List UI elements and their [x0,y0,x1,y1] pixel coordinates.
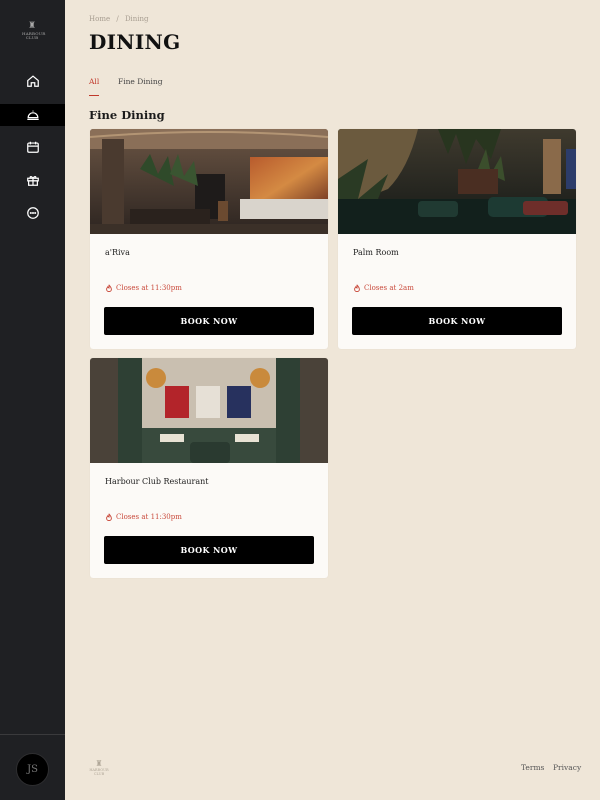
flame-icon [106,513,112,521]
footer-logo-text: HARBOUR CLUB [89,768,109,776]
restaurant-card-ariva[interactable]: a'Riva Closes at 11:30pm BOOK NOW [90,129,328,349]
gift-icon [26,175,39,186]
logo-mark-icon: ♜ [27,21,37,31]
restaurant-photo [90,129,328,234]
book-now-button[interactable]: BOOK NOW [104,307,314,335]
restaurant-hours: Closes at 11:30pm [105,284,182,292]
sidebar-item-chat[interactable] [0,202,65,224]
sidebar-item-dining[interactable] [0,104,65,126]
restaurant-card-palm-room[interactable]: Palm Room Closes at 2am BOOK NOW [338,129,576,349]
restaurant-name: Palm Room [353,248,399,257]
footer-logo: ♜ HARBOUR CLUB [89,759,109,777]
sidebar-logo[interactable]: ♜ HARBOUR CLUB [22,21,46,40]
logo-mark-icon: ♜ [95,759,103,768]
restaurant-photo [338,129,576,234]
section-title: Fine Dining [89,108,165,122]
active-tab-indicator [89,95,99,96]
avatar[interactable]: JS [16,753,49,786]
breadcrumb-home[interactable]: Home [89,15,110,23]
tab-all[interactable]: All [89,77,99,86]
hours-text: Closes at 11:30pm [116,284,182,292]
hours-text: Closes at 2am [364,284,414,292]
home-icon [26,75,39,87]
restaurant-name: a'Riva [105,248,130,257]
flame-icon [106,284,112,292]
breadcrumb: Home / Dining [89,15,153,23]
restaurant-card-harbour-club[interactable]: Harbour Club Restaurant Closes at 11:30p… [90,358,328,578]
privacy-link[interactable]: Privacy [553,763,581,772]
breadcrumb-separator: / [116,15,119,23]
sidebar-item-home[interactable] [0,70,65,92]
tab-fine-dining[interactable]: Fine Dining [118,77,163,86]
sidebar-item-calendar[interactable] [0,136,65,158]
cloche-icon [26,110,39,120]
restaurant-name: Harbour Club Restaurant [105,477,209,486]
restaurant-photo [90,358,328,463]
sidebar: ♜ HARBOUR CLUB JS [0,0,65,800]
page-title: DINING [89,30,181,54]
chat-icon [26,207,39,219]
hours-text: Closes at 11:30pm [116,513,182,521]
sidebar-item-gift[interactable] [0,169,65,191]
breadcrumb-current: Dining [124,15,149,23]
restaurant-hours: Closes at 11:30pm [105,513,182,521]
book-now-button[interactable]: BOOK NOW [352,307,562,335]
terms-link[interactable]: Terms [521,763,544,772]
logo-text: HARBOUR CLUB [22,31,46,40]
flame-icon [354,284,360,292]
sidebar-divider [0,734,65,735]
book-now-button[interactable]: BOOK NOW [104,536,314,564]
calendar-icon [26,141,39,153]
restaurant-hours: Closes at 2am [353,284,414,292]
